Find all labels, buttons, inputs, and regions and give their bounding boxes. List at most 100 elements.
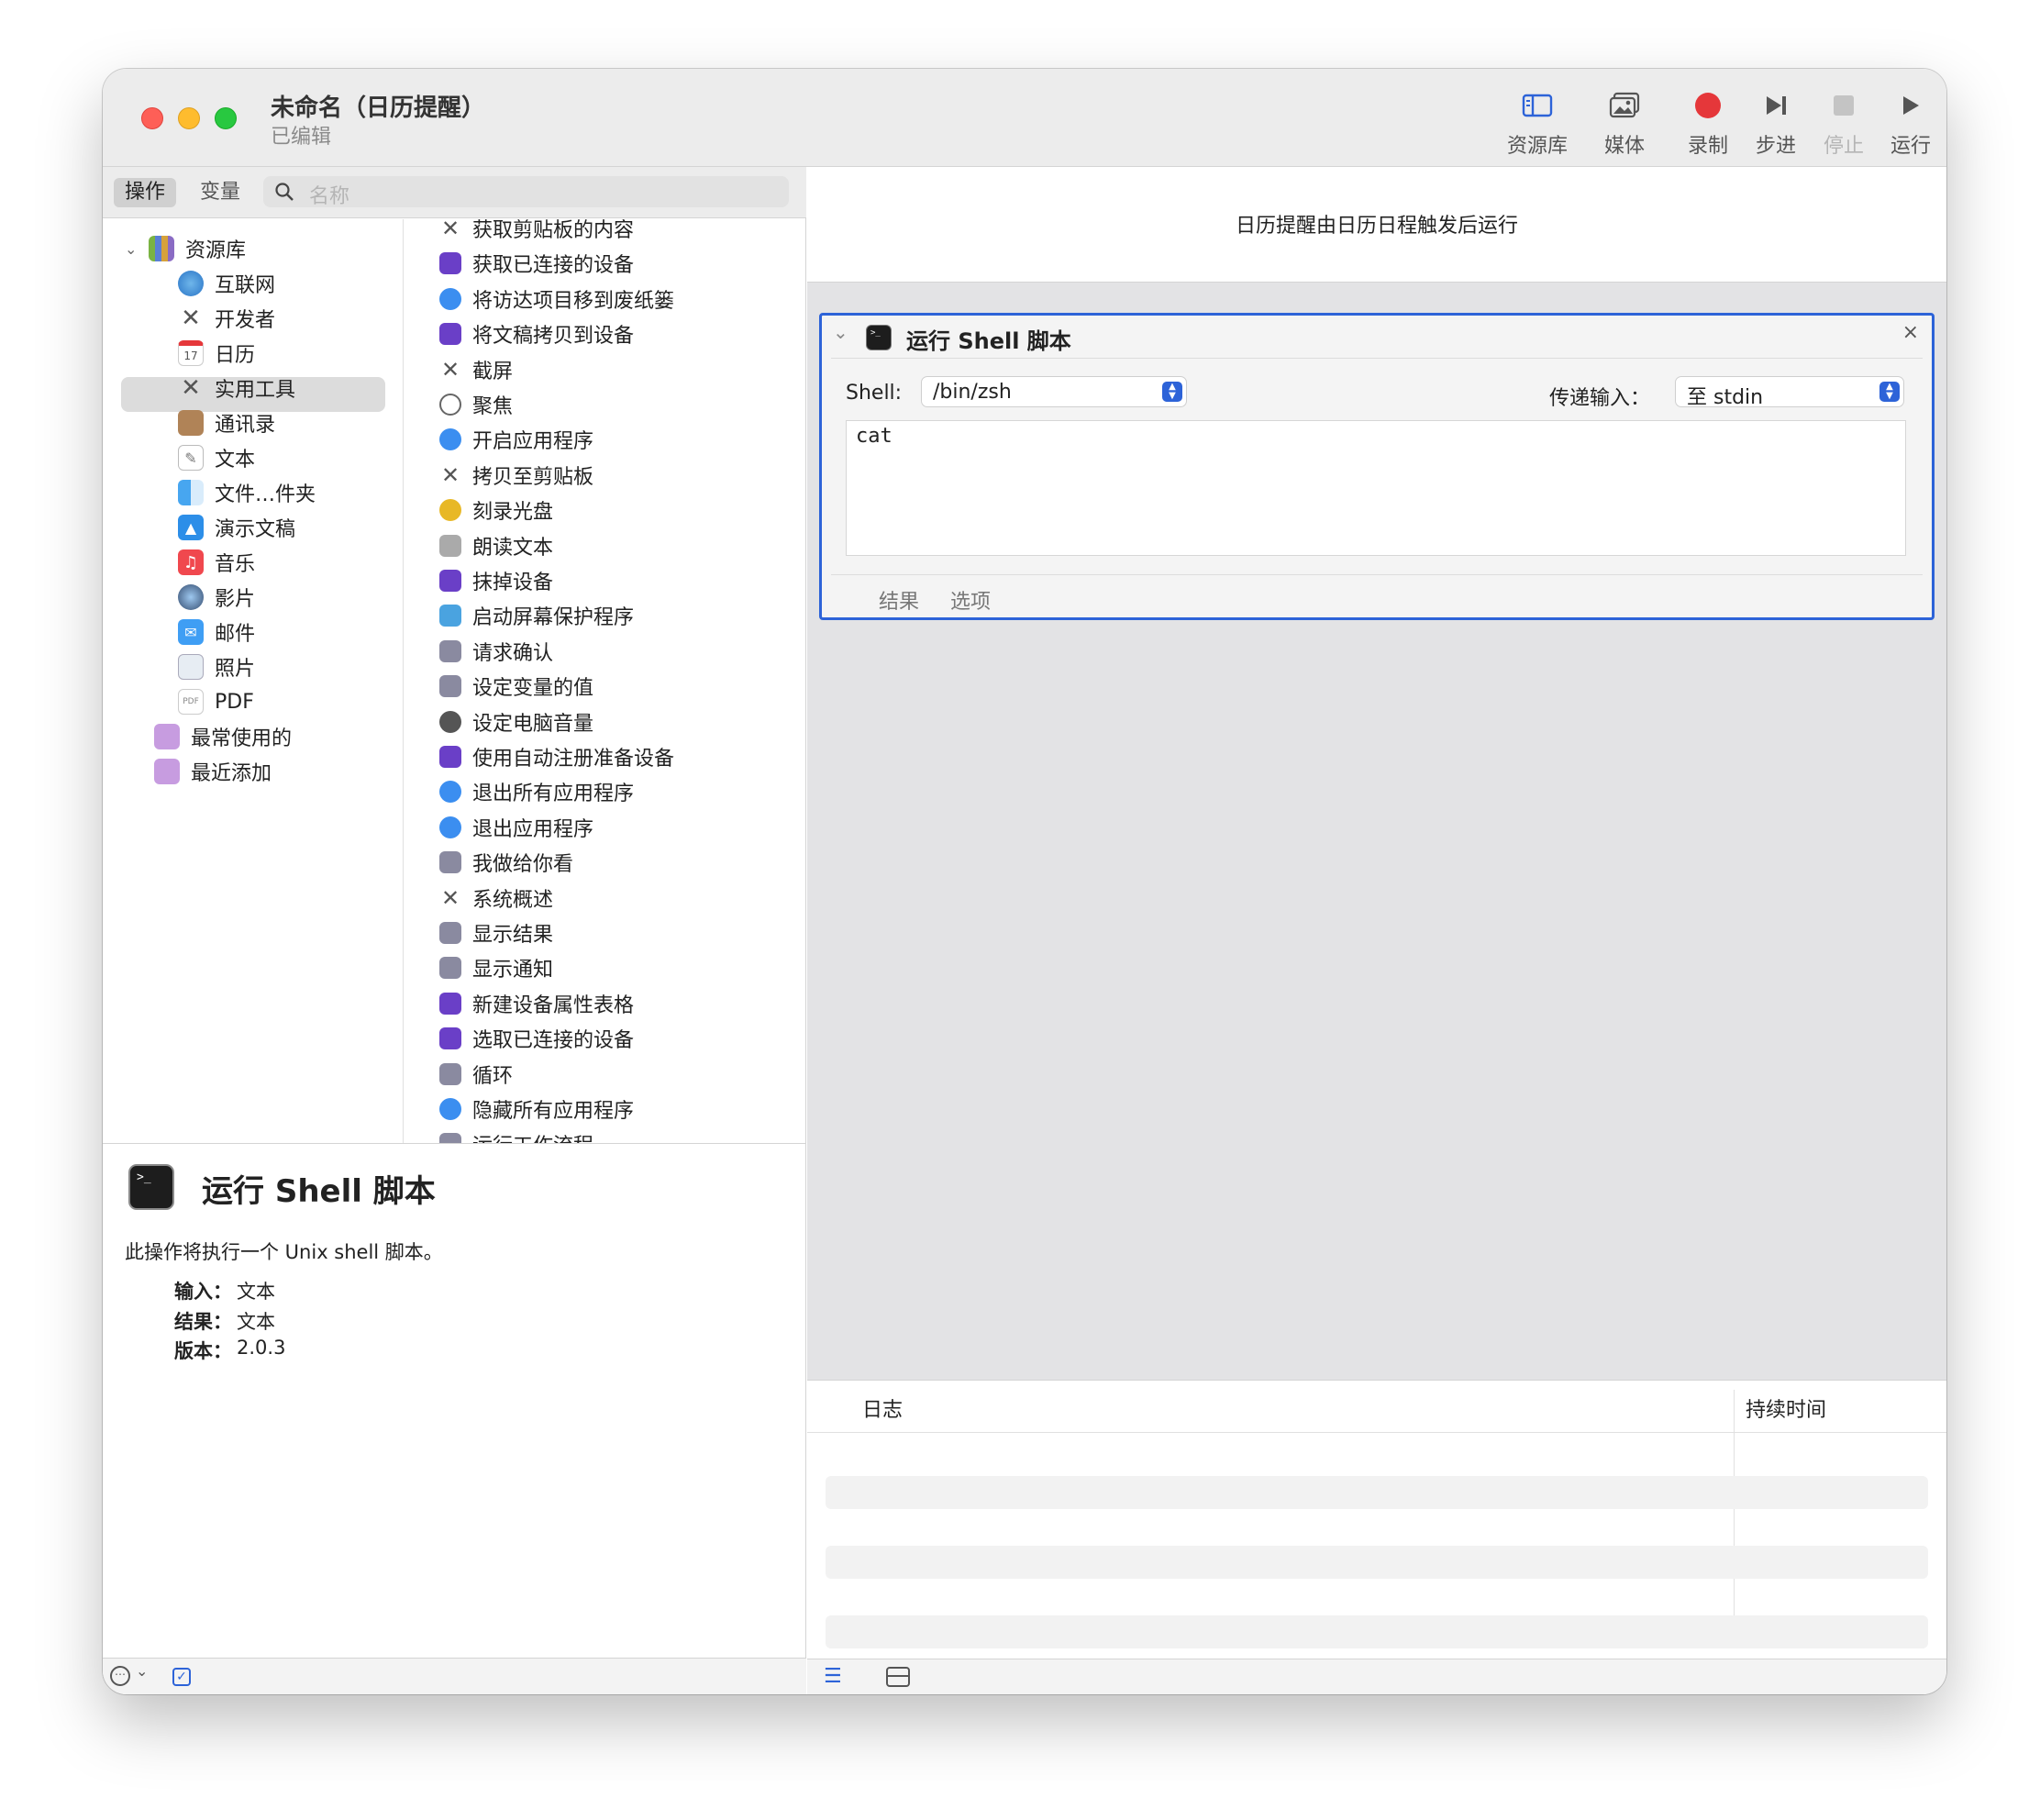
library-toolbar-button[interactable]: 资源库 — [1502, 89, 1572, 159]
pass-input-label: 传递输入： — [1549, 387, 1651, 410]
action-item-label: 使用自动注册准备设备 — [472, 748, 675, 771]
library-item-internet[interactable]: 互联网 — [178, 267, 275, 300]
library-item-developer[interactable]: ✕ 开发者 — [178, 302, 275, 335]
device-icon — [439, 252, 461, 275]
chevron-down-icon[interactable]: ⌄ — [833, 321, 848, 343]
action-item[interactable]: 抹掉设备 — [423, 564, 786, 597]
automator-window: 未命名（日历提醒） 已编辑 资源库 媒体 录制 步进 停止 运行 操作 变量 名… — [103, 69, 1946, 1694]
search-field[interactable]: 名称 — [263, 176, 789, 208]
shell-script-action-card[interactable]: ⌄ >_ 运行 Shell 脚本 × Shell: /bin/zsh ▲ ▼ 传递… — [819, 313, 1935, 620]
chevron-down-icon[interactable]: ⌄ — [125, 240, 149, 258]
action-item[interactable]: ✕ 截屏 — [423, 353, 786, 386]
left-segment-bar: 操作 变量 名称 — [103, 167, 806, 218]
device-icon — [439, 746, 461, 768]
action-item[interactable]: 使用自动注册准备设备 — [423, 740, 786, 773]
smart-item-most-used[interactable]: 最常使用的 — [154, 720, 292, 753]
library-item-utilities[interactable]: ✕ 实用工具 — [178, 372, 295, 405]
left-pane: 操作 变量 名称 ⌄ 资源库 互联网 ✕ 开发者 17 日历 ✕ 实用工具 通讯录 — [103, 167, 806, 1694]
description-input-label: 输入： — [174, 1281, 232, 1303]
action-item[interactable]: 聚焦 — [423, 388, 786, 421]
tab-actions[interactable]: 操作 — [114, 178, 177, 207]
duration-column-header[interactable]: 持续时间 — [1746, 1393, 1826, 1423]
options-tab[interactable]: 选项 — [950, 585, 991, 615]
card-footer-divider — [831, 574, 1923, 575]
action-item[interactable]: 显示通知 — [423, 951, 786, 984]
action-item[interactable]: ✕ 拷贝至剪贴板 — [423, 459, 786, 492]
action-item[interactable]: 启动屏幕保护程序 — [423, 599, 786, 632]
action-item[interactable]: 新建设备属性表格 — [423, 987, 786, 1020]
shell-label: Shell: — [846, 382, 903, 405]
log-header-divider — [807, 1432, 1946, 1433]
tab-variables[interactable]: 变量 — [189, 178, 251, 207]
library-item-movies[interactable]: 影片 — [178, 581, 255, 614]
smart-item-recently-added[interactable]: 最近添加 — [154, 755, 272, 788]
library-books-icon — [149, 236, 174, 261]
action-item[interactable]: 退出所有应用程序 — [423, 775, 786, 808]
action-item-label: 选取已连接的设备 — [472, 1029, 635, 1053]
action-item[interactable]: 选取已连接的设备 — [423, 1022, 786, 1055]
search-icon — [275, 183, 294, 201]
library-item-calendar[interactable]: 17 日历 — [178, 337, 255, 370]
action-item-label: 将访达项目移到废纸篓 — [472, 289, 675, 313]
action-item-label: 请求确认 — [472, 641, 554, 665]
action-item-label: 将文稿拷贝到设备 — [472, 325, 635, 349]
select-arrows-icon: ▲ ▼ — [1162, 382, 1182, 402]
action-item[interactable]: 将文稿拷贝到设备 — [423, 317, 786, 350]
log-panel: 日志 持续时间 ☰ — [807, 1380, 1946, 1694]
run-toolbar-button[interactable]: 运行 — [1876, 89, 1946, 159]
library-item-text[interactable]: ✎ 文本 — [178, 441, 255, 474]
script-editor[interactable]: cat — [846, 420, 1906, 556]
action-item[interactable]: 我做给你看 — [423, 846, 786, 879]
library-item-contacts[interactable]: 通讯录 — [178, 406, 275, 439]
action-item-label: 运行工作流程 — [472, 1129, 593, 1143]
library-item-files-folders[interactable]: 文件…件夹 — [178, 476, 316, 509]
action-item[interactable]: 设定变量的值 — [423, 670, 786, 703]
shell-select[interactable]: /bin/zsh ▲ ▼ — [921, 376, 1187, 407]
library-item-presentations[interactable]: ▲ 演示文稿 — [178, 511, 295, 544]
list-view-icon[interactable]: ☰ — [824, 1665, 842, 1688]
more-options-button[interactable]: ⋯ — [110, 1666, 130, 1686]
pass-input-select[interactable]: 至 stdin ▲ ▼ — [1675, 376, 1904, 409]
action-item[interactable]: 显示结果 — [423, 916, 786, 949]
device-icon — [439, 570, 461, 592]
action-item[interactable]: 获取已连接的设备 — [423, 247, 786, 280]
action-item[interactable]: ✕ 获取剪贴板的内容 — [423, 219, 786, 245]
close-window-button[interactable] — [141, 107, 163, 129]
action-item[interactable]: 隐藏所有应用程序 — [423, 1093, 786, 1126]
library-item-photos[interactable]: 照片 — [178, 650, 255, 683]
action-item[interactable]: 朗读文本 — [423, 529, 786, 562]
action-item[interactable]: 刻录光盘 — [423, 494, 786, 527]
action-item[interactable]: ✕ 系统概述 — [423, 882, 786, 915]
action-item[interactable]: 将访达项目移到废纸篓 — [423, 283, 786, 316]
tools-icon: ✕ — [181, 374, 201, 402]
minimize-window-button[interactable] — [178, 107, 200, 129]
record-toolbar-button[interactable]: 录制 — [1673, 89, 1743, 159]
media-toolbar-button[interactable]: 媒体 — [1590, 89, 1659, 159]
results-tab[interactable]: 结果 — [879, 585, 919, 615]
action-item[interactable]: 请求确认 — [423, 635, 786, 668]
stop-toolbar-button[interactable]: 停止 — [1809, 89, 1879, 159]
tools-icon: ✕ — [440, 219, 460, 241]
workflow-pane: 日历提醒由日历日程触发后运行 ⌄ >_ 运行 Shell 脚本 × Shell:… — [807, 167, 1946, 1694]
zoom-window-button[interactable] — [215, 107, 237, 129]
action-item[interactable]: 退出应用程序 — [423, 811, 786, 844]
log-row — [826, 1615, 1928, 1648]
library-item-mail[interactable]: ✉ 邮件 — [178, 616, 255, 649]
action-item-label: 拷贝至剪贴板 — [472, 465, 594, 489]
step-toolbar-button[interactable]: 步进 — [1741, 89, 1811, 159]
close-icon[interactable]: × — [1902, 321, 1919, 344]
log-column-header[interactable]: 日志 — [862, 1393, 903, 1423]
text-document-icon: ✎ — [178, 445, 204, 471]
split-view-icon[interactable] — [886, 1667, 910, 1687]
action-item[interactable]: 运行工作流程 — [423, 1127, 786, 1143]
library-root-item[interactable]: ⌄ 资源库 — [125, 232, 246, 265]
record-icon — [1695, 93, 1721, 118]
action-item[interactable]: 循环 — [423, 1058, 786, 1091]
library-item-music[interactable]: ♫ 音乐 — [178, 546, 255, 579]
library-item-pdf[interactable]: PDF PDF — [178, 685, 254, 718]
chevron-down-icon[interactable]: ⌄ — [136, 1662, 148, 1680]
action-item[interactable]: 开启应用程序 — [423, 423, 786, 456]
checkbox-toggle-button[interactable]: ✓ — [172, 1668, 191, 1686]
workflow-canvas[interactable]: ⌄ >_ 运行 Shell 脚本 × Shell: /bin/zsh ▲ ▼ 传递… — [807, 283, 1946, 1380]
action-item[interactable]: 设定电脑音量 — [423, 705, 786, 738]
